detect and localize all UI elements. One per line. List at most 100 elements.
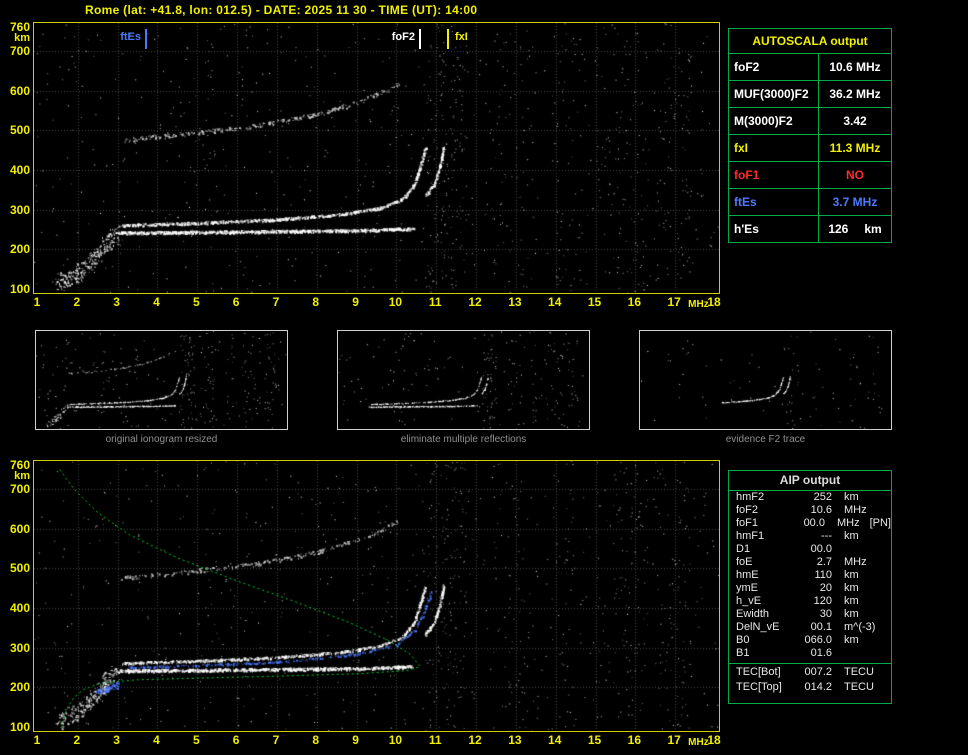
y-tick-label: 300 bbox=[9, 202, 30, 217]
aip-row-value: 066.0 bbox=[804, 634, 832, 646]
aip-row-unit: TECU bbox=[844, 666, 874, 678]
aip-row-unit: km bbox=[844, 634, 859, 646]
aip-row: hmE 110 km bbox=[729, 569, 891, 582]
y-tick-label: 400 bbox=[9, 162, 30, 177]
x-tick-label: 14 bbox=[548, 733, 562, 747]
x-tick-label: 2 bbox=[73, 733, 81, 747]
aip-row-value: 00.0 bbox=[810, 543, 832, 555]
x-tick-label: 4 bbox=[153, 733, 160, 747]
aip-row-label: foE bbox=[736, 556, 753, 568]
y-tick-label: 100 bbox=[9, 720, 30, 734]
autoscala-row-label: fxI bbox=[729, 135, 819, 161]
aip-row-value: 120 bbox=[813, 595, 832, 607]
autoscala-row: ftEs 3.7 MHz bbox=[729, 189, 891, 216]
x-tick-label: 6 bbox=[232, 733, 240, 747]
autoscala-row: fxI 11.3 MHz bbox=[729, 135, 891, 162]
y-tick-label: 200 bbox=[9, 680, 30, 695]
autoscala-row-label: foF1 bbox=[729, 162, 819, 188]
aip-row-unit bbox=[832, 543, 844, 556]
x-tick-label: 11 bbox=[428, 733, 442, 747]
aip-row-unit: km bbox=[844, 582, 859, 594]
y-axis-unit-label: km bbox=[14, 470, 30, 482]
aip-row-value: 014.2 bbox=[804, 681, 832, 693]
x-tick-label: 16 bbox=[627, 295, 642, 309]
foF2-marker-line bbox=[419, 29, 421, 49]
autoscala-row-value: NO bbox=[846, 168, 864, 182]
x-tick-label: 5 bbox=[192, 295, 200, 309]
aip-row-value: 110 bbox=[814, 569, 832, 581]
x-tick-label: 12 bbox=[468, 295, 482, 309]
aip-row-unit: TECU bbox=[844, 681, 874, 693]
aip-row-value: 00.1 bbox=[810, 621, 832, 633]
x-tick-label: 7 bbox=[272, 733, 280, 747]
thumbnail-caption-original: original ionogram resized bbox=[105, 434, 218, 445]
x-tick-label: 9 bbox=[352, 733, 359, 747]
x-tick-label: 17 bbox=[667, 733, 681, 747]
aip-row-value: 007.2 bbox=[804, 666, 832, 678]
aip-row: Ewidth 30 km bbox=[729, 608, 891, 621]
autoscala-row: foF2 10.6 MHz bbox=[729, 54, 891, 81]
x-tick-label: 10 bbox=[388, 295, 403, 309]
autoscala-row: h'Es 126 km bbox=[729, 216, 891, 242]
thumbnail-f2-trace bbox=[639, 330, 892, 430]
autoscala-row: MUF(3000)F2 36.2 MHz bbox=[729, 81, 891, 108]
y-tick-label: 600 bbox=[9, 521, 30, 536]
thumbnail-f2-canvas bbox=[640, 331, 891, 429]
autoscala-row-label: M(3000)F2 bbox=[729, 108, 819, 134]
x-tick-label: 6 bbox=[232, 295, 240, 309]
fxI-marker-line bbox=[447, 29, 449, 49]
aip-row: B0 066.0 km bbox=[729, 634, 891, 647]
x-tick-label: 4 bbox=[153, 295, 160, 309]
aip-row-label: foF1 bbox=[736, 517, 759, 529]
autoscala-row-value: 36.2 MHz bbox=[829, 87, 881, 101]
x-tick-label: 5 bbox=[192, 733, 200, 747]
foF2-marker-label: foF2 bbox=[391, 31, 415, 43]
x-tick-label: 16 bbox=[627, 733, 642, 747]
x-tick-label: 15 bbox=[587, 295, 602, 309]
aip-output-panel: AIP output hmF2 252 km foF2 10.6 MHz foF1 00.0 M… bbox=[728, 470, 892, 704]
thumbnail-original-canvas bbox=[36, 331, 287, 429]
aip-row-label: foF2 bbox=[736, 504, 759, 516]
autoscala-table-rows: foF2 10.6 MHz MUF(3000)F2 36.2 MHz M(3000)F2… bbox=[729, 54, 891, 242]
x-tick-label: 2 bbox=[73, 295, 81, 309]
autoscala-row-value: 11.3 MHz bbox=[829, 141, 881, 155]
top-ionogram-panel: ftEs foF2 fxI bbox=[33, 22, 720, 294]
aip-row-label: Ewidth bbox=[736, 608, 770, 620]
x-tick-label: 14 bbox=[548, 295, 562, 309]
x-tick-label: 7 bbox=[272, 295, 280, 309]
thumbnail-caption-reflections: eliminate multiple reflections bbox=[400, 434, 527, 445]
aip-row-unit: km bbox=[844, 608, 859, 620]
y-tick-label: 200 bbox=[9, 242, 30, 257]
x-tick-label: 11 bbox=[428, 295, 442, 309]
aip-row-unit bbox=[832, 647, 844, 660]
autoscala-row-label: h'Es bbox=[729, 216, 819, 242]
x-tick-label: 8 bbox=[312, 295, 320, 309]
x-tick-label: 13 bbox=[508, 295, 522, 309]
x-tick-label: 12 bbox=[468, 733, 482, 747]
aip-row-unit: MHz bbox=[844, 504, 867, 516]
x-tick-label: 3 bbox=[113, 295, 120, 309]
y-tick-label: 500 bbox=[9, 123, 30, 138]
thumbnail-caption-f2trace: evidence F2 trace bbox=[725, 434, 806, 445]
y-axis-unit-label: km bbox=[14, 32, 30, 44]
autoscala-row-value: 3.7 MHz bbox=[832, 195, 878, 209]
thumbnail-reflections-canvas bbox=[338, 331, 589, 429]
aip-row-label: h_vE bbox=[736, 595, 762, 607]
y-tick-label: 500 bbox=[9, 561, 30, 576]
aip-row: h_vE 120 km bbox=[729, 595, 891, 608]
x-axis-unit-label: MHz bbox=[688, 737, 709, 748]
aip-row-label: TEC[Top] bbox=[736, 681, 782, 693]
x-tick-label: 1 bbox=[33, 295, 41, 309]
aip-row: hmF1 --- km bbox=[729, 530, 891, 543]
x-tick-label: 1 bbox=[33, 733, 41, 747]
aip-row-unit: km bbox=[844, 530, 859, 542]
ftEs-marker-line bbox=[145, 29, 147, 49]
aip-row-label: B0 bbox=[736, 634, 750, 646]
y-tick-label: 100 bbox=[9, 282, 30, 296]
aip-row-value: 30 bbox=[819, 608, 832, 620]
x-tick-label: 10 bbox=[388, 733, 403, 747]
y-tick-label: 700 bbox=[9, 43, 30, 58]
x-tick-label: 13 bbox=[508, 733, 522, 747]
aip-row: ymE 20 km bbox=[729, 582, 891, 595]
x-tick-label: 9 bbox=[352, 295, 359, 309]
